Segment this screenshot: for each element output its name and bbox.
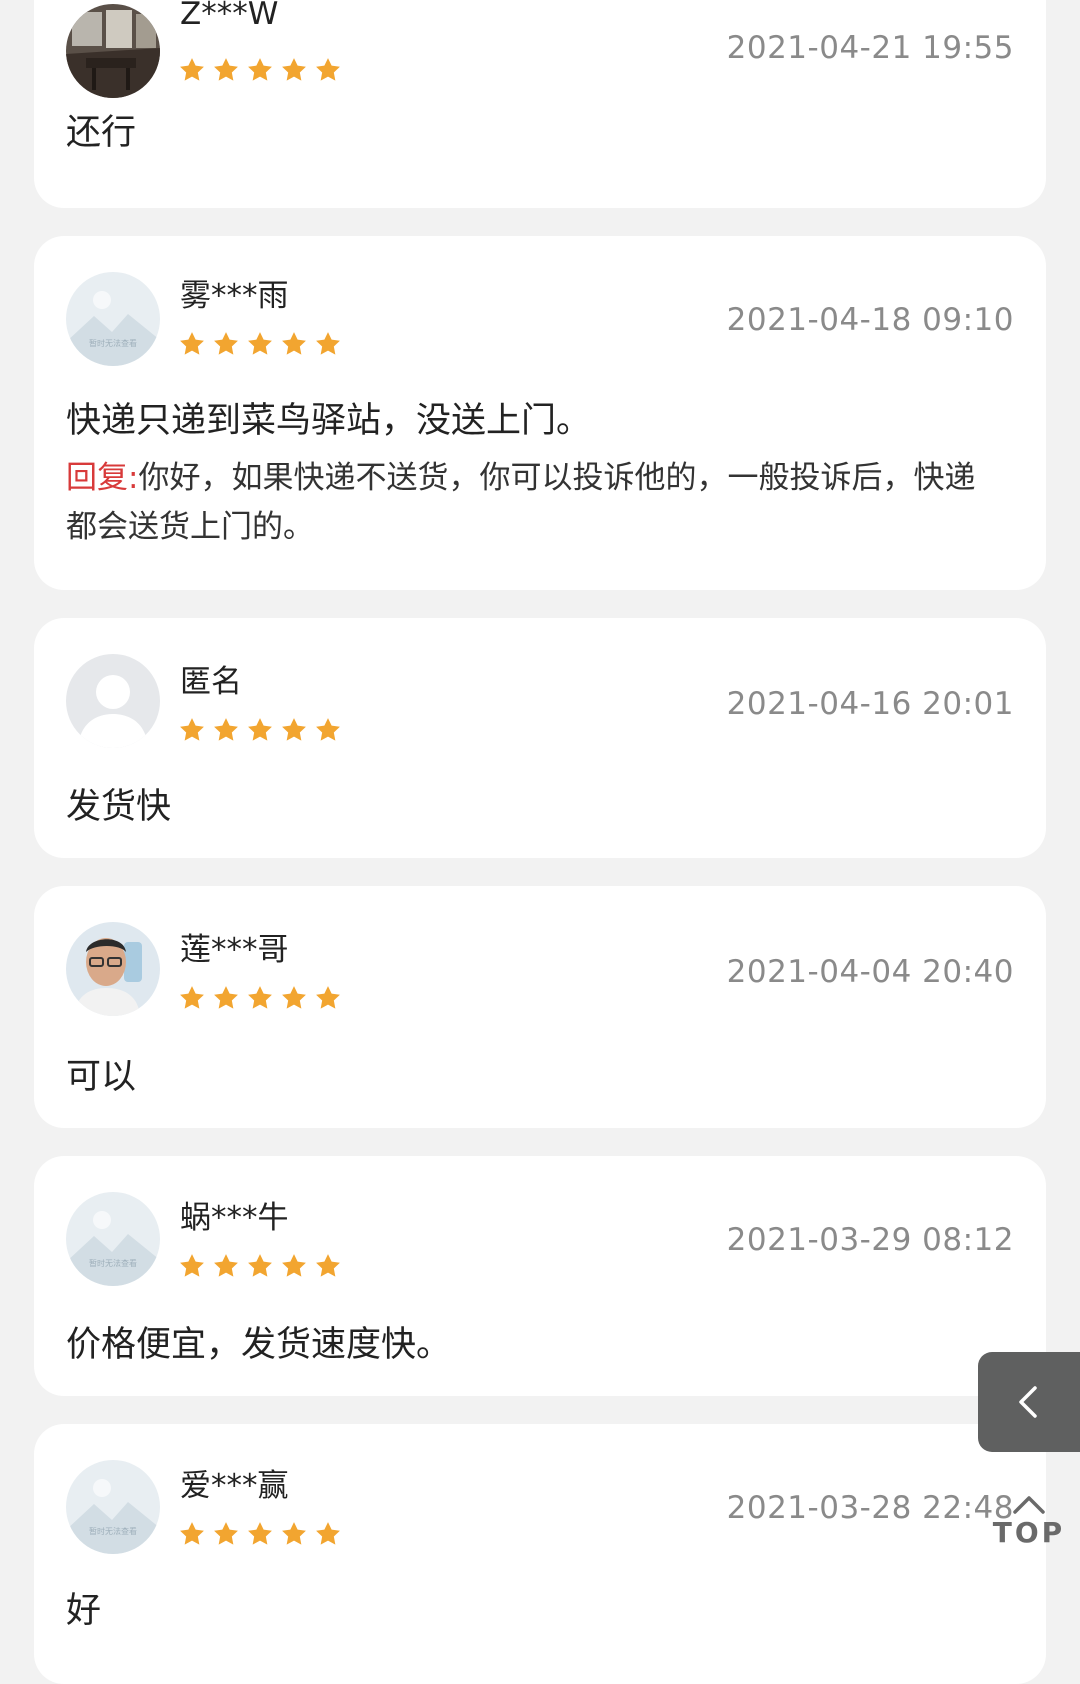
svg-text:暂时无法查看: 暂时无法查看 <box>89 1526 137 1536</box>
reviewer-name: Z***W <box>180 0 279 32</box>
star-icon <box>212 1252 240 1280</box>
star-icon <box>314 1252 342 1280</box>
star-icon <box>280 1520 308 1548</box>
review-time: 2021-03-28 22:48 <box>726 1490 1014 1526</box>
review-content: 发货快 <box>66 787 172 827</box>
star-icon <box>212 330 240 358</box>
reviewer-name: 匿名 <box>180 664 242 700</box>
reviewer-name: 爱***赢 <box>180 1468 289 1504</box>
seller-reply: 回复:你好，如果快递不送货，你可以投诉他的，一般投诉后，快递都会送货上门的。 <box>66 454 994 552</box>
star-icon <box>178 330 206 358</box>
review-time: 2021-03-29 08:12 <box>726 1222 1014 1258</box>
reply-label: 回复: <box>66 460 139 496</box>
star-icon <box>178 56 206 84</box>
chevron-left-icon <box>1019 1386 1037 1418</box>
top-label: TOP <box>992 1516 1066 1549</box>
avatar[interactable] <box>66 654 160 748</box>
star-icon <box>280 716 308 744</box>
star-icon <box>280 56 308 84</box>
reviewer-name: 莲***哥 <box>180 932 289 968</box>
review-card: 莲***哥 2021-04-04 20:40 可以 <box>34 886 1046 1128</box>
star-icon <box>212 1520 240 1548</box>
star-rating <box>178 716 342 744</box>
star-icon <box>314 56 342 84</box>
reviewer-name: 蜗***牛 <box>180 1200 289 1236</box>
review-card: 暂时无法查看 蜗***牛 2021-03-29 08:12 价格便宜，发货速度快。 <box>34 1156 1046 1396</box>
review-content: 好 <box>66 1591 102 1631</box>
star-rating <box>178 1520 342 1548</box>
star-icon <box>178 1520 206 1548</box>
avatar[interactable]: 暂时无法查看 <box>66 1460 160 1554</box>
star-icon <box>314 330 342 358</box>
reviewer-name: 雾***雨 <box>180 278 289 314</box>
star-icon <box>246 1520 274 1548</box>
star-icon <box>212 716 240 744</box>
review-content: 可以 <box>66 1057 137 1097</box>
star-icon <box>280 984 308 1012</box>
review-card: 暂时无法查看 雾***雨 2021-04-18 09:10 快递只递到菜鸟驿站，没送上… <box>34 236 1046 590</box>
svg-text:暂时无法查看: 暂时无法查看 <box>89 1258 137 1268</box>
svg-text:暂时无法查看: 暂时无法查看 <box>89 338 137 348</box>
star-icon <box>178 1252 206 1280</box>
star-rating <box>178 56 342 84</box>
review-card: 暂时无法查看 爱***赢 2021-03-28 22:48 好 <box>34 1424 1046 1684</box>
star-rating <box>178 984 342 1012</box>
star-icon <box>246 330 274 358</box>
review-card: Z***W 2021-04-21 19:55 还行 <box>34 0 1046 208</box>
review-card: 匿名 2021-04-16 20:01 发货快 <box>34 618 1046 858</box>
review-content: 快递只递到菜鸟驿站，没送上门。 <box>66 401 592 441</box>
star-rating <box>178 330 342 358</box>
star-icon <box>314 1520 342 1548</box>
star-icon <box>280 1252 308 1280</box>
star-icon <box>314 984 342 1012</box>
back-to-top-button[interactable]: TOP <box>984 1492 1074 1562</box>
star-rating <box>178 1252 342 1280</box>
back-button[interactable] <box>978 1352 1080 1452</box>
avatar[interactable]: 暂时无法查看 <box>66 272 160 366</box>
review-content: 价格便宜，发货速度快。 <box>66 1325 452 1365</box>
star-icon <box>212 984 240 1012</box>
star-icon <box>246 716 274 744</box>
review-time: 2021-04-21 19:55 <box>726 30 1014 66</box>
star-icon <box>280 330 308 358</box>
star-icon <box>212 56 240 84</box>
avatar[interactable] <box>66 922 160 1016</box>
star-icon <box>246 984 274 1012</box>
review-time: 2021-04-18 09:10 <box>726 302 1014 338</box>
star-icon <box>246 1252 274 1280</box>
star-icon <box>178 716 206 744</box>
star-icon <box>178 984 206 1012</box>
avatar[interactable] <box>66 4 160 98</box>
star-icon <box>246 56 274 84</box>
avatar[interactable]: 暂时无法查看 <box>66 1192 160 1286</box>
chevron-up-icon <box>1013 1496 1045 1514</box>
star-icon <box>314 716 342 744</box>
review-time: 2021-04-04 20:40 <box>726 954 1014 990</box>
review-content: 还行 <box>66 113 137 153</box>
reply-text: 你好，如果快递不送货，你可以投诉他的，一般投诉后，快递都会送货上门的。 <box>66 460 976 545</box>
review-time: 2021-04-16 20:01 <box>726 686 1014 722</box>
